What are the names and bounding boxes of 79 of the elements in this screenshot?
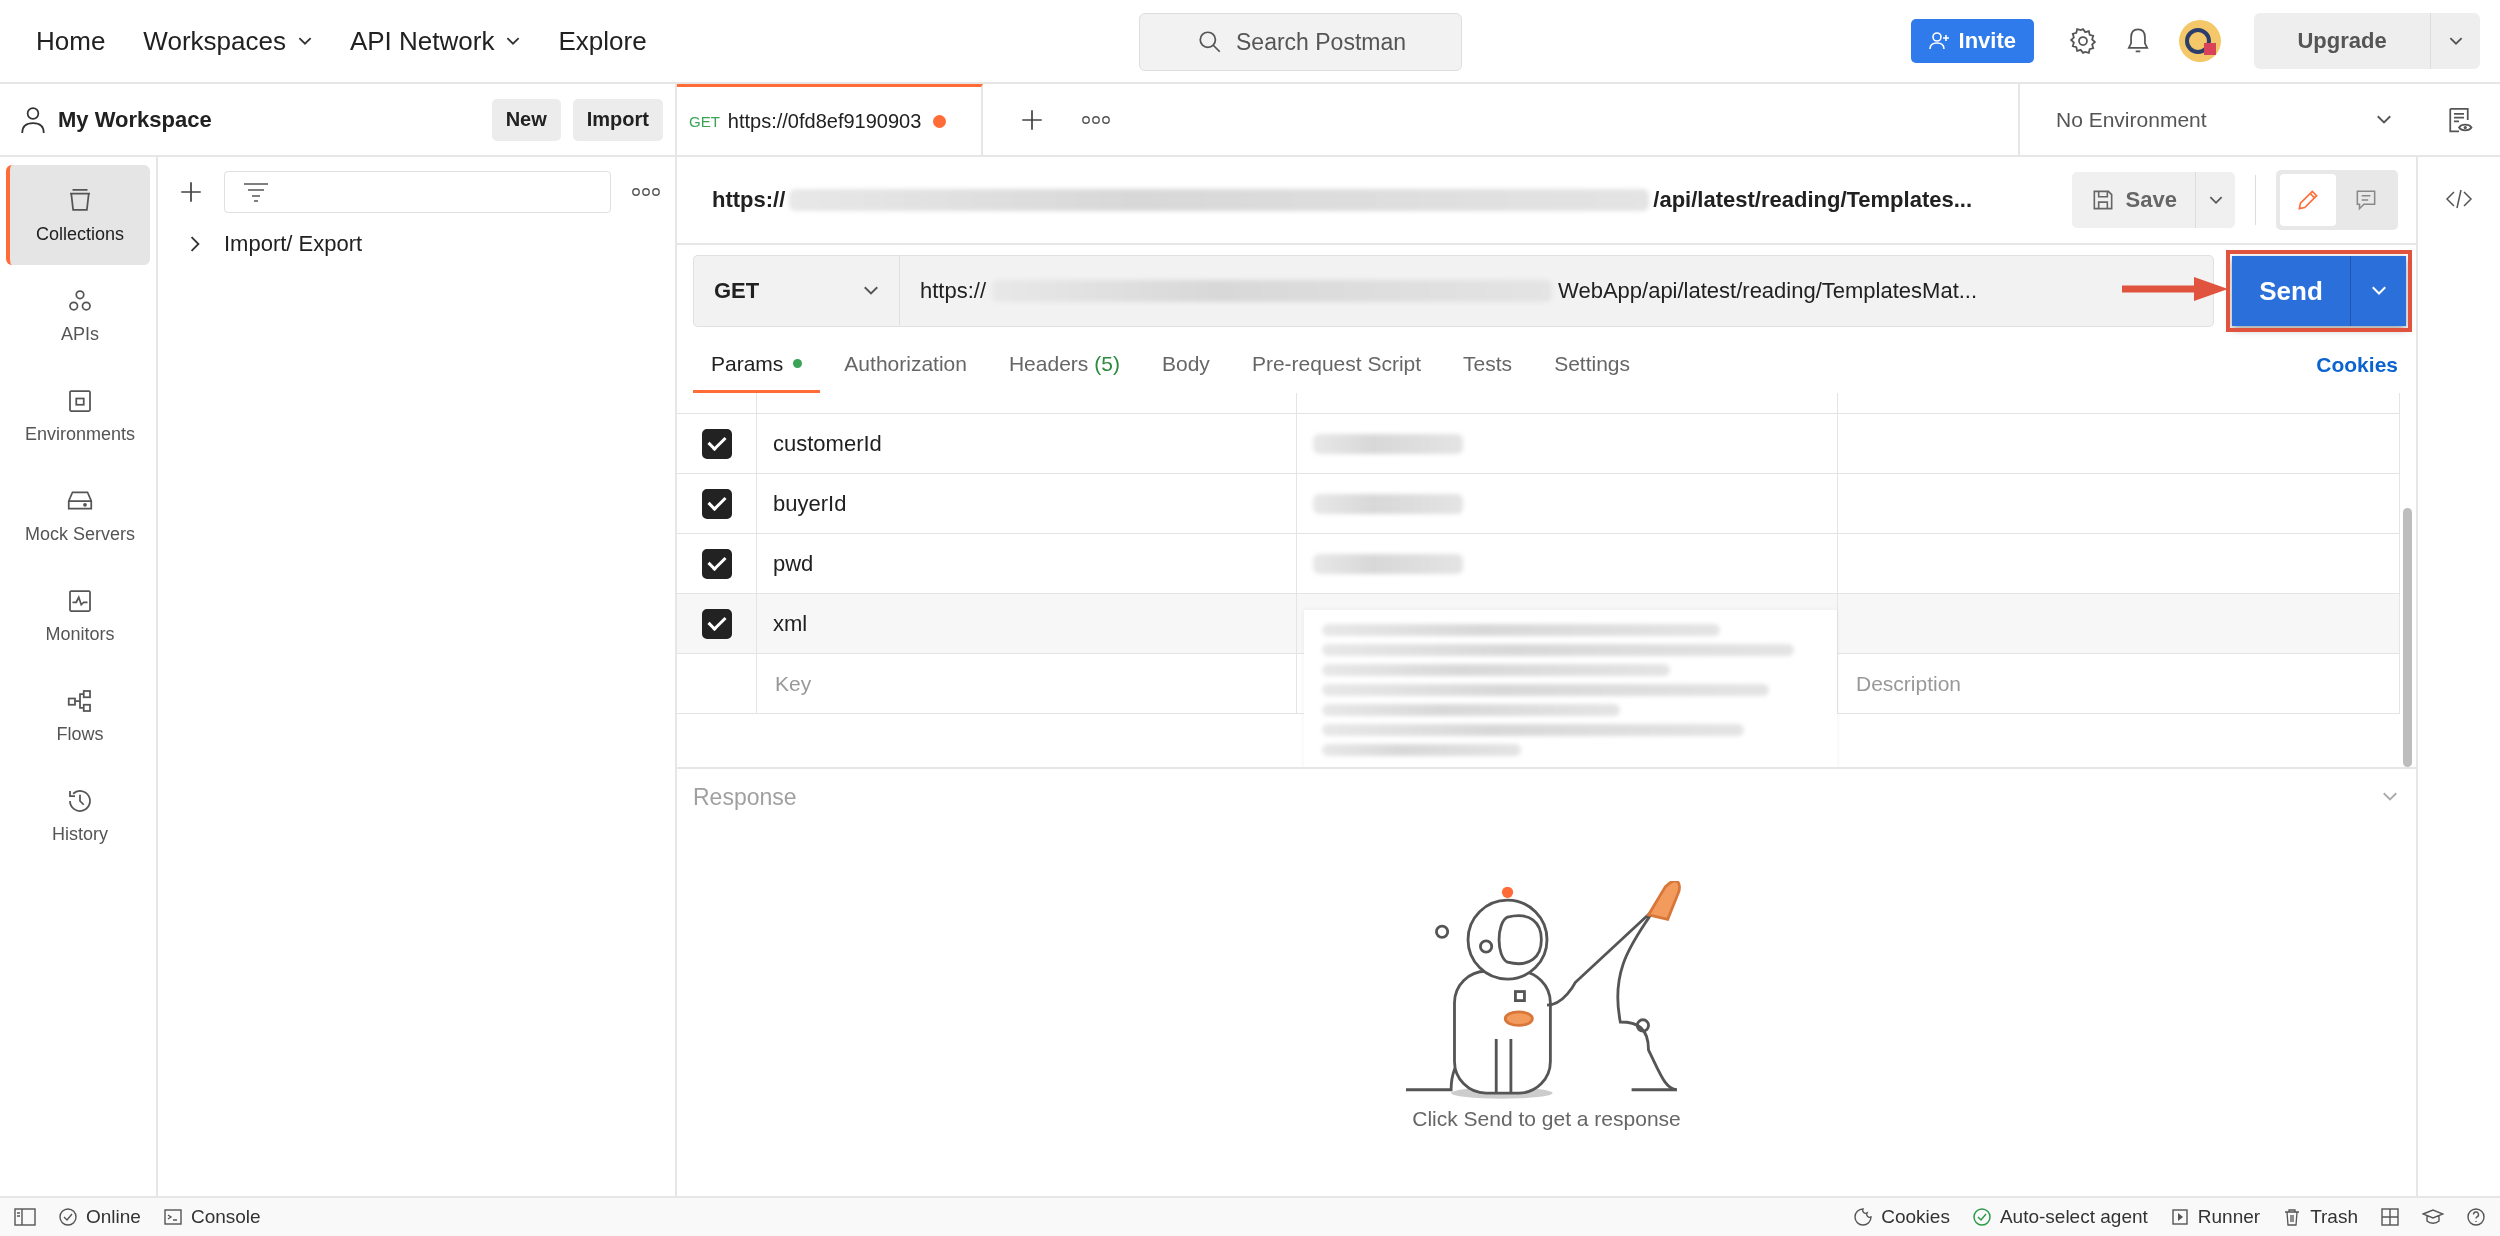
- workspace-button[interactable]: Import: [572, 98, 663, 141]
- request-tab[interactable]: GET https://0fd8ef9190903: [677, 84, 983, 155]
- tree-item[interactable]: Import/ Export: [178, 213, 363, 257]
- request-tab-item[interactable]: Tests: [1445, 337, 1531, 393]
- request-tab-item[interactable]: Body: [1144, 337, 1228, 393]
- sidebar-item[interactable]: APIs: [6, 265, 150, 365]
- caret-icon: [2370, 286, 2387, 296]
- more-icon[interactable]: [631, 187, 661, 197]
- empty-response-message: Click Send to get a response: [1412, 1106, 1681, 1131]
- sidebar-item[interactable]: Collections: [6, 165, 150, 265]
- description-field[interactable]: Description: [1854, 670, 2158, 697]
- play-icon: [2169, 1207, 2190, 1227]
- method-dropdown[interactable]: GET: [693, 255, 899, 327]
- invite-button[interactable]: Invite: [1910, 19, 2034, 63]
- status-bar-item[interactable]: Trash: [2282, 1206, 2358, 1228]
- nav-menu[interactable]: API Network: [335, 17, 535, 65]
- sidebar-item[interactable]: Flows: [6, 665, 150, 765]
- check-circle-icon: [58, 1207, 78, 1227]
- checkbox[interactable]: [701, 548, 732, 579]
- person-icon: [20, 105, 46, 134]
- sidebar-item[interactable]: History: [6, 765, 150, 865]
- sidebar-item[interactable]: Monitors: [6, 565, 150, 665]
- sidebar-item[interactable]: Mock Servers: [6, 465, 150, 565]
- environment-dropdown[interactable]: No Environment: [2018, 84, 2418, 155]
- request-tab-item[interactable]: Settings: [1536, 337, 1648, 393]
- caret-icon: [2376, 114, 2392, 125]
- request-tab-item[interactable]: Params: [693, 337, 821, 393]
- param-key: pwd: [773, 550, 814, 577]
- filter-field[interactable]: [224, 171, 611, 213]
- caret-icon: [506, 36, 521, 46]
- layout-icon[interactable]: [2380, 1207, 2400, 1227]
- send-button[interactable]: Send: [2232, 256, 2350, 326]
- header-count: (5): [1094, 351, 1120, 376]
- request-tab-item[interactable]: Pre-request Script: [1233, 337, 1440, 393]
- nav-menu[interactable]: Home: [22, 17, 120, 65]
- sidebar-toggle-icon[interactable]: [14, 1208, 36, 1226]
- status-bar-item[interactable]: Runner: [2169, 1206, 2261, 1228]
- checkbox[interactable]: [701, 428, 732, 459]
- help-icon[interactable]: [2466, 1207, 2486, 1227]
- console-icon: [162, 1207, 183, 1227]
- caret-icon: [297, 36, 312, 46]
- cookies-link[interactable]: Cookies: [2316, 353, 2398, 377]
- filter-icon: [241, 180, 271, 204]
- workspace-title: My Workspace: [58, 106, 212, 133]
- search-icon: [1197, 29, 1223, 55]
- nav-menu[interactable]: Workspaces: [129, 17, 326, 65]
- settings-icon[interactable]: [2068, 26, 2098, 56]
- graduation-cap-icon[interactable]: [2422, 1207, 2444, 1227]
- status-bar-item[interactable]: Online: [58, 1206, 141, 1228]
- more-icon[interactable]: [1081, 114, 1111, 125]
- nav-menu[interactable]: Explore: [544, 17, 661, 65]
- caret-icon: [2448, 36, 2463, 46]
- param-key: buyerId: [773, 490, 847, 517]
- param-key: customerId: [773, 430, 882, 457]
- cookie-icon: [1853, 1207, 1874, 1227]
- check-circle-icon: [1971, 1207, 1992, 1227]
- request-tab-item[interactable]: Authorization: [826, 337, 985, 393]
- checkbox[interactable]: [701, 608, 732, 639]
- request-title: /api/latest/reading/Templates...: [1653, 187, 1973, 213]
- add-icon[interactable]: [178, 179, 204, 205]
- search-field[interactable]: Search Postman: [1139, 13, 1462, 71]
- caret-icon: [2208, 195, 2223, 205]
- pencil-icon: [2295, 187, 2321, 213]
- response-label: Response: [693, 783, 797, 811]
- sidebar-item[interactable]: Environments: [6, 365, 150, 465]
- key-field[interactable]: Key: [773, 670, 1077, 697]
- param-key: xml: [773, 610, 808, 637]
- avatar-icon[interactable]: [2178, 19, 2222, 63]
- add-person-icon: [1928, 31, 1951, 51]
- workspace-button[interactable]: New: [491, 98, 561, 141]
- url-field[interactable]: https:// WebApp/api/latest/reading/TemplatesMat...: [899, 255, 2214, 327]
- caret-icon: [863, 286, 879, 296]
- status-bar-item[interactable]: Auto-select agent: [1971, 1206, 2148, 1228]
- checkbox[interactable]: [701, 488, 732, 519]
- code-icon[interactable]: [2445, 187, 2473, 211]
- status-bar-item[interactable]: Cookies: [1853, 1206, 1950, 1228]
- request-tab-item[interactable]: Headers (5): [990, 337, 1138, 393]
- request-title: https://: [712, 187, 786, 213]
- status-bar-item[interactable]: Console: [162, 1206, 261, 1228]
